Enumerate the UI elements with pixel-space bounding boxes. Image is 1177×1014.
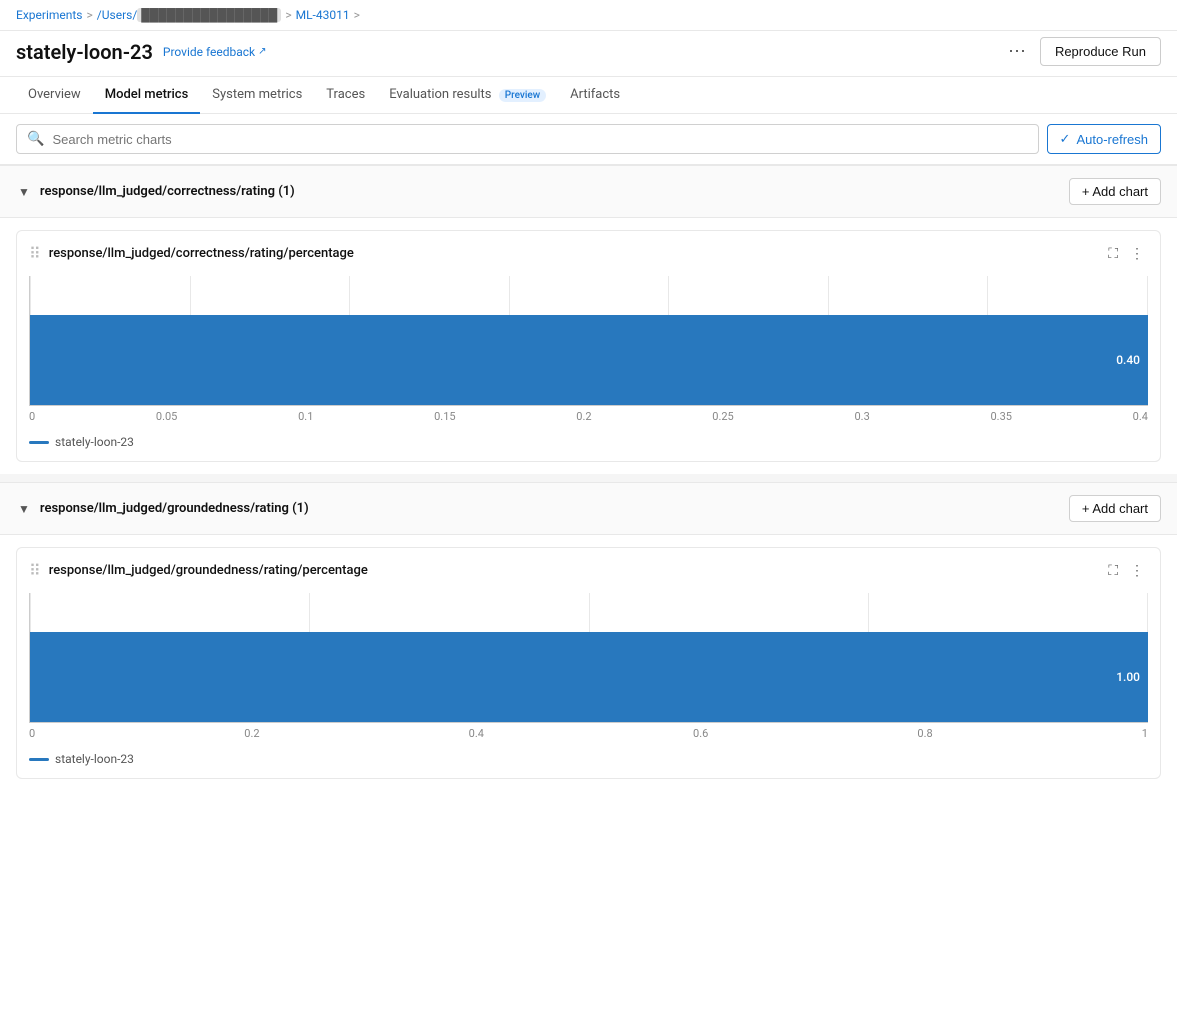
breadcrumb-blurred: ████████████████ xyxy=(137,8,281,22)
groundedness-bar-value: 1.00 xyxy=(1116,670,1148,684)
section-groundedness-header: ▼ response/llm_judged/groundedness/ratin… xyxy=(0,482,1177,535)
section-groundedness-title: response/llm_judged/groundedness/rating … xyxy=(40,501,309,516)
groundedness-legend-line xyxy=(29,758,49,761)
section-correctness-header: ▼ response/llm_judged/correctness/rating… xyxy=(0,165,1177,218)
run-title: stately-loon-23 xyxy=(16,40,153,64)
add-chart-groundedness-button[interactable]: + Add chart xyxy=(1069,495,1161,522)
groundedness-bar-wrapper: 1.00 xyxy=(29,593,1148,723)
preview-badge: Preview xyxy=(499,89,546,102)
breadcrumb-experiments[interactable]: Experiments xyxy=(16,8,83,22)
section-gap xyxy=(0,474,1177,482)
breadcrumb-sep3: > xyxy=(354,8,360,22)
fullscreen-correctness-button[interactable]: ⛶ xyxy=(1104,241,1122,266)
more-options-button[interactable]: ⋯ xyxy=(1002,37,1032,66)
section-groundedness: ▼ response/llm_judged/groundedness/ratin… xyxy=(0,482,1177,779)
collapse-correctness-button[interactable]: ▼ xyxy=(16,183,32,201)
correctness-legend-label: stately-loon-23 xyxy=(55,435,134,449)
title-bar: stately-loon-23 Provide feedback ⋯ Repro… xyxy=(0,31,1177,77)
breadcrumb-sep1: > xyxy=(87,8,93,22)
drag-handle-groundedness[interactable]: ⠿ xyxy=(29,561,41,580)
chart-title-correctness: response/llm_judged/correctness/rating/p… xyxy=(49,246,354,261)
search-icon: 🔍 xyxy=(27,131,44,147)
search-box: 🔍 xyxy=(16,124,1039,154)
search-input[interactable] xyxy=(52,132,1027,147)
auto-refresh-label: Auto-refresh xyxy=(1076,132,1148,147)
menu-correctness-button[interactable]: ⋮ xyxy=(1126,241,1148,266)
breadcrumb-users[interactable]: /Users/ xyxy=(97,8,138,22)
correctness-bar: 0.40 xyxy=(30,315,1148,405)
groundedness-chart-area: 1.00 0 0.2 0.4 0.6 0.8 1 xyxy=(29,593,1148,744)
menu-groundedness-button[interactable]: ⋮ xyxy=(1126,558,1148,583)
checkmark-icon: ✓ xyxy=(1060,131,1071,147)
correctness-legend: stately-loon-23 xyxy=(17,427,1160,449)
auto-refresh-button[interactable]: ✓ Auto-refresh xyxy=(1047,124,1161,154)
correctness-bar-wrapper: 0.40 xyxy=(29,276,1148,406)
drag-handle-correctness[interactable]: ⠿ xyxy=(29,244,41,263)
collapse-groundedness-button[interactable]: ▼ xyxy=(16,500,32,518)
chart-title-groundedness: response/llm_judged/groundedness/rating/… xyxy=(49,563,368,578)
fullscreen-groundedness-button[interactable]: ⛶ xyxy=(1104,558,1122,583)
title-left: stately-loon-23 Provide feedback xyxy=(16,40,267,64)
correctness-chart-area: 0.40 0 0.05 0.1 0.15 0.2 0.25 0.3 0.35 0… xyxy=(29,276,1148,427)
correctness-x-axis: 0 0.05 0.1 0.15 0.2 0.25 0.3 0.35 0.4 xyxy=(29,406,1148,427)
tab-traces[interactable]: Traces xyxy=(314,77,377,114)
groundedness-bar: 1.00 xyxy=(30,632,1148,722)
add-chart-correctness-button[interactable]: + Add chart xyxy=(1069,178,1161,205)
chart-card-groundedness: ⠿ response/llm_judged/groundedness/ratin… xyxy=(16,547,1161,779)
section-correctness: ▼ response/llm_judged/correctness/rating… xyxy=(0,165,1177,462)
section-correctness-title: response/llm_judged/correctness/rating (… xyxy=(40,184,295,199)
feedback-link[interactable]: Provide feedback xyxy=(163,45,267,59)
groundedness-legend: stately-loon-23 xyxy=(17,744,1160,766)
groundedness-legend-label: stately-loon-23 xyxy=(55,752,134,766)
reproduce-run-button[interactable]: Reproduce Run xyxy=(1040,37,1161,66)
title-right: ⋯ Reproduce Run xyxy=(1002,37,1161,66)
chart-card-correctness: ⠿ response/llm_judged/correctness/rating… xyxy=(16,230,1161,462)
breadcrumb: Experiments > /Users/ ████████████████ >… xyxy=(0,0,1177,31)
search-bar-row: 🔍 ✓ Auto-refresh xyxy=(0,114,1177,165)
tab-model-metrics[interactable]: Model metrics xyxy=(93,77,201,114)
tab-overview[interactable]: Overview xyxy=(16,77,93,114)
tab-artifacts[interactable]: Artifacts xyxy=(558,77,632,114)
correctness-legend-line xyxy=(29,441,49,444)
correctness-bar-value: 0.40 xyxy=(1116,353,1148,367)
groundedness-x-axis: 0 0.2 0.4 0.6 0.8 1 xyxy=(29,723,1148,744)
breadcrumb-run-id[interactable]: ML-43011 xyxy=(296,8,350,22)
tab-system-metrics[interactable]: System metrics xyxy=(200,77,314,114)
chart-card-correctness-header: ⠿ response/llm_judged/correctness/rating… xyxy=(17,231,1160,272)
tabs-bar: Overview Model metrics System metrics Tr… xyxy=(0,77,1177,114)
chart-card-groundedness-header: ⠿ response/llm_judged/groundedness/ratin… xyxy=(17,548,1160,589)
breadcrumb-sep2: > xyxy=(285,8,291,22)
tab-evaluation-results[interactable]: Evaluation results Preview xyxy=(377,77,558,114)
